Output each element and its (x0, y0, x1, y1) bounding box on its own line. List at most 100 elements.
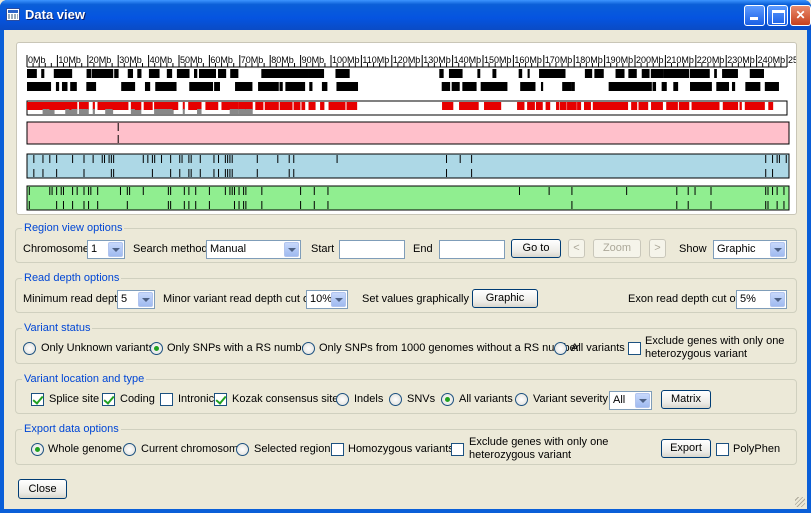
radio-all-variants[interactable] (554, 342, 567, 355)
maximize-button[interactable] (767, 5, 788, 26)
radio-all-variants-type[interactable] (441, 393, 454, 406)
exon-block (122, 102, 129, 110)
chevron-down-icon (284, 242, 299, 257)
gene-block (66, 69, 72, 78)
genome-view-panel[interactable]: 0Mb 10Mb 20Mb 30Mb 40Mb 50Mb 60Mb 70Mb 80Mb 90Mb 1… (16, 42, 797, 215)
gene-block (313, 69, 324, 78)
exon-low-coverage-block (158, 109, 169, 114)
all-variants-label[interactable]: All variants (571, 342, 625, 354)
export-exclude-genes-checkbox[interactable] (451, 443, 464, 456)
title-bar[interactable]: Data view ✕ (0, 0, 811, 30)
minimize-button[interactable] (744, 5, 765, 26)
genome-view-canvas[interactable]: 0Mb 10Mb 20Mb 30Mb 40Mb 50Mb 60Mb 70Mb 80Mb 90Mb 1… (17, 43, 796, 214)
ruler-tick-label: 70Mb (241, 55, 264, 65)
gene-block (679, 69, 690, 78)
export-button[interactable]: Export (661, 439, 711, 458)
goto-button[interactable]: Go to (511, 239, 561, 258)
radio-unknown-variants[interactable] (23, 342, 36, 355)
radio-variant-severity[interactable] (515, 393, 528, 406)
variant-severity-select[interactable]: All (609, 391, 652, 410)
export-exclude-label-line2[interactable]: heterozygous variant (469, 449, 571, 461)
graphic-button[interactable]: Graphic (472, 289, 538, 308)
snvs-label[interactable]: SNVs (407, 393, 435, 405)
selected-region-label[interactable]: Selected region (254, 443, 330, 455)
gene-block (353, 82, 358, 91)
exon-block (320, 102, 325, 110)
gene-block (492, 69, 497, 78)
gene-block (673, 82, 679, 91)
close-window-button[interactable]: ✕ (790, 5, 811, 26)
exon-block (134, 102, 141, 110)
region-view-options-group: Region view options Chromosome 1 Search … (15, 222, 797, 263)
radio-snps-rs-number[interactable] (150, 342, 163, 355)
export-exclude-label-line1[interactable]: Exclude genes with only one (469, 436, 608, 448)
variant-track (26, 185, 790, 211)
start-input[interactable] (339, 240, 405, 259)
all-variants-type-label[interactable]: All variants (459, 393, 513, 405)
exon-block (466, 102, 477, 110)
coding-checkbox[interactable] (102, 393, 115, 406)
ruler-tick-label: 120Mb (393, 55, 421, 65)
variant-severity-label[interactable]: Variant severity (533, 393, 608, 405)
current-chromosome-label[interactable]: Current chromosome (141, 443, 244, 455)
gene-block (53, 69, 62, 78)
snps-rs-number-label[interactable]: Only SNPs with a RS number (167, 342, 311, 354)
coding-label[interactable]: Coding (120, 393, 155, 405)
kozak-label[interactable]: Kozak consensus site (232, 393, 338, 405)
previous-button[interactable]: < (568, 239, 585, 258)
ruler-tick-label: 90Mb (302, 55, 325, 65)
end-input[interactable] (439, 240, 505, 259)
exclude-genes-label-line2[interactable]: heterozygous variant (645, 348, 747, 360)
exclude-genes-checkbox[interactable] (628, 342, 641, 355)
region-view-options-title: Region view options (22, 222, 125, 234)
resize-grip[interactable] (795, 497, 805, 507)
radio-current-chromosome[interactable] (123, 443, 136, 456)
zoom-button[interactable]: Zoom (593, 239, 641, 258)
show-label: Show (679, 243, 707, 255)
radio-selected-region[interactable] (236, 443, 249, 456)
ruler-tick-label: 110Mb (362, 55, 389, 65)
exclude-genes-label-line1[interactable]: Exclude genes with only one (645, 335, 784, 347)
gene-block (176, 69, 190, 78)
splice-site-checkbox[interactable] (31, 393, 44, 406)
intronic-label[interactable]: Intronic (178, 393, 214, 405)
whole-genome-label[interactable]: Whole genome (48, 443, 122, 455)
intronic-checkbox[interactable] (160, 393, 173, 406)
indels-label[interactable]: Indels (354, 393, 383, 405)
matrix-button[interactable]: Matrix (661, 390, 711, 409)
radio-indels[interactable] (336, 393, 349, 406)
min-read-depth-select[interactable]: 5 (117, 290, 155, 309)
gene-block (27, 69, 37, 78)
exon-read-depth-select[interactable]: 5% (736, 290, 787, 309)
homozygous-checkbox[interactable] (331, 443, 344, 456)
unknown-variants-label[interactable]: Only Unknown variants (41, 342, 154, 354)
exon-block (336, 102, 346, 110)
close-button[interactable]: Close (18, 479, 67, 499)
gene-block (55, 82, 60, 91)
gene-block (86, 82, 97, 91)
show-select[interactable]: Graphic (713, 240, 787, 259)
chevron-down-icon (108, 242, 123, 257)
kozak-checkbox[interactable] (214, 393, 227, 406)
ruler-tick-label: 180Mb (575, 55, 603, 65)
gene-block (699, 82, 712, 91)
splice-site-label[interactable]: Splice site (49, 393, 99, 405)
ruler-tick-label: 240Mb (758, 55, 786, 65)
gene-block (230, 69, 239, 78)
radio-1000-genomes[interactable] (302, 342, 315, 355)
gene-block (751, 82, 760, 91)
radio-snvs[interactable] (389, 393, 402, 406)
polyphen-label[interactable]: PolyPhen (733, 443, 780, 455)
chromosome-select[interactable]: 1 (87, 240, 125, 259)
snps-1000-genomes-label[interactable]: Only SNPs from 1000 genomes without a RS… (319, 342, 579, 354)
next-button[interactable]: > (649, 239, 666, 258)
gene-block (321, 82, 328, 91)
gene-block (446, 82, 450, 91)
search-method-select[interactable]: Manual (206, 240, 301, 259)
exon-low-coverage-block (197, 109, 202, 114)
polyphen-checkbox[interactable] (716, 443, 729, 456)
homozygous-label[interactable]: Homozygous variants (348, 443, 454, 455)
minor-variant-select[interactable]: 10% (306, 290, 348, 309)
gene-block (70, 82, 77, 91)
radio-whole-genome[interactable] (31, 443, 44, 456)
